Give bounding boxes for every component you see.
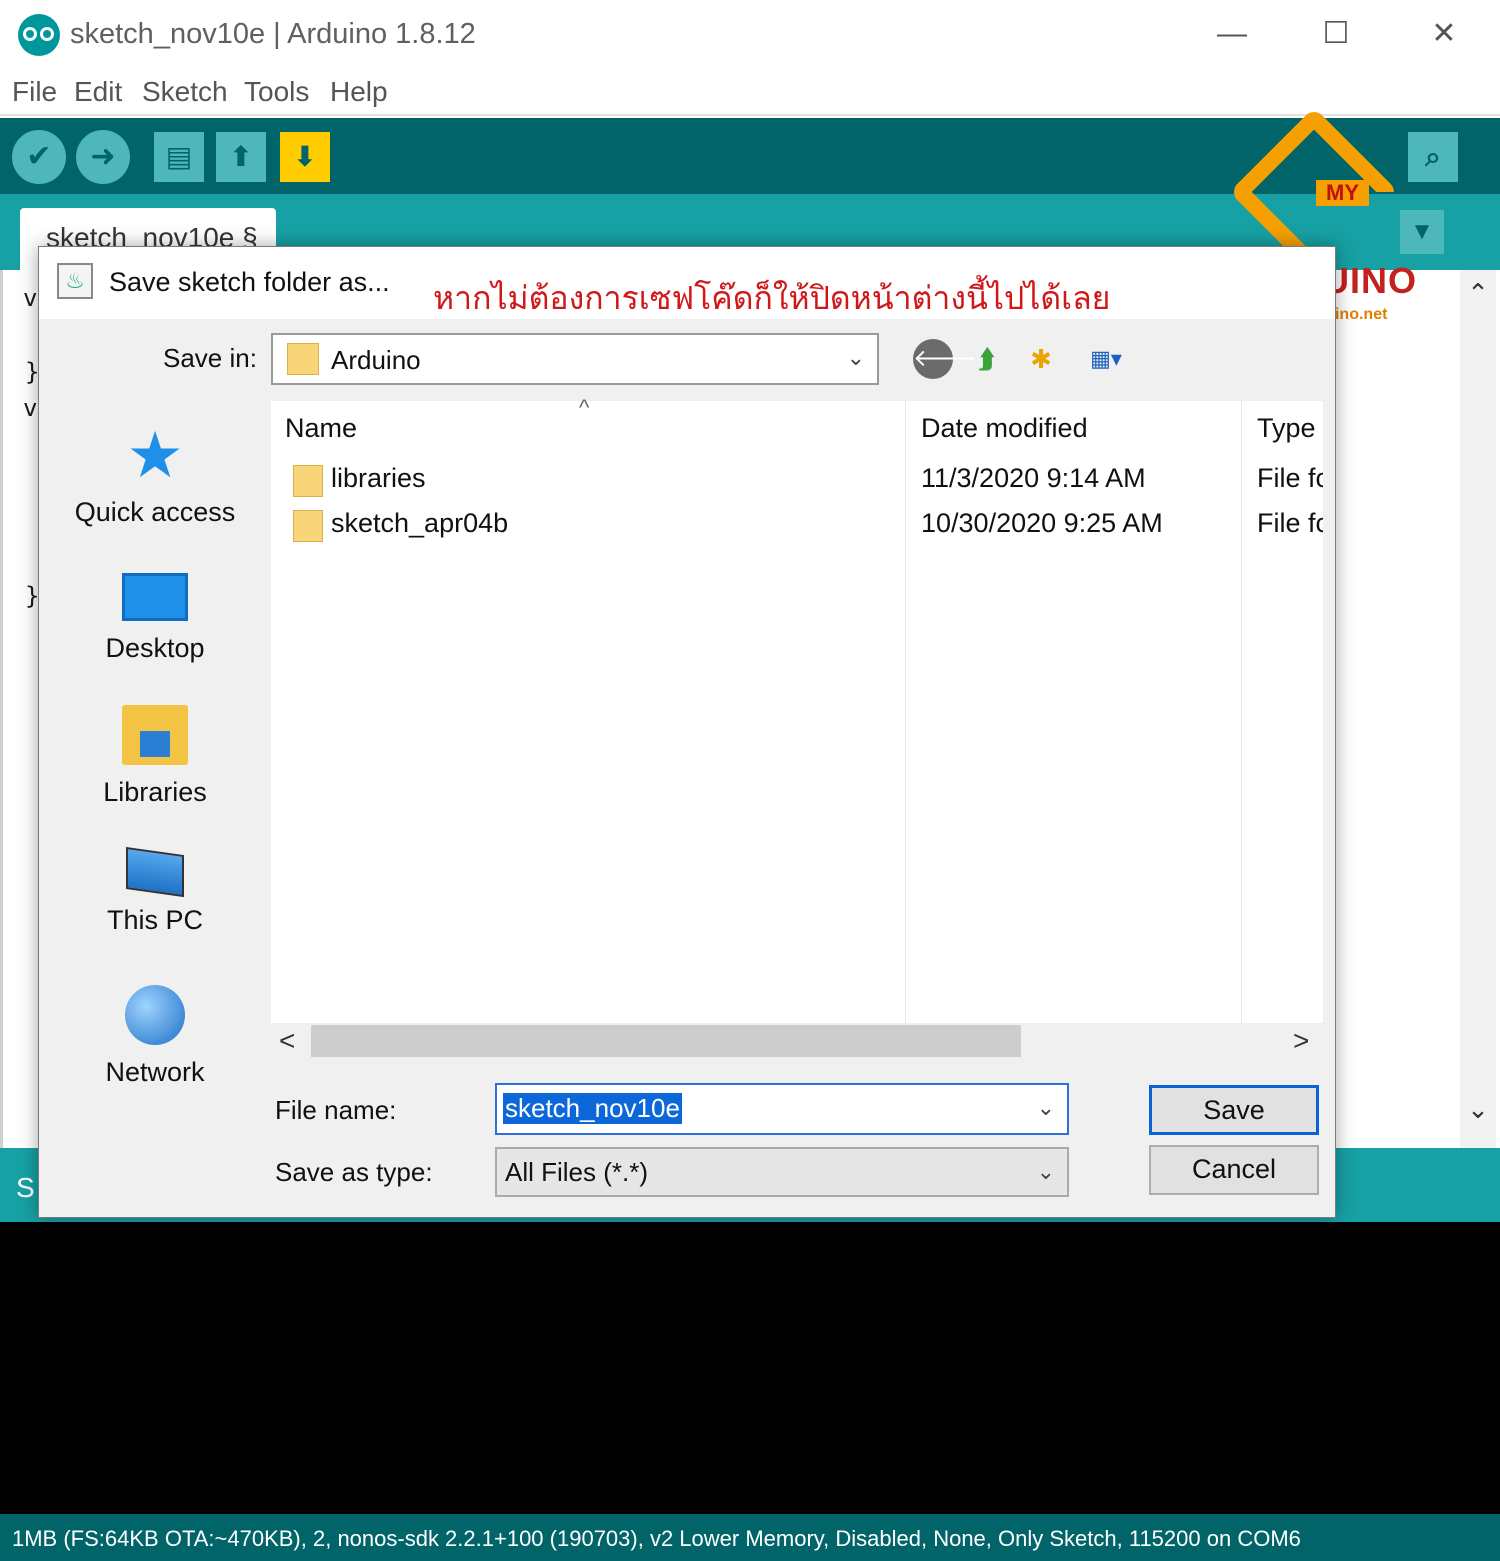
menu-bar: File Edit Sketch Tools Help [0, 70, 1500, 116]
place-network[interactable]: Network [39, 985, 271, 1088]
dialog-title-bar: ♨ Save sketch folder as... หากไม่ต้องการ… [39, 247, 1335, 319]
sort-ascending-icon: ^ [579, 395, 590, 420]
folder-icon [293, 465, 323, 497]
save-sketch-button[interactable]: ⬇ [280, 132, 330, 182]
cancel-button[interactable]: Cancel [1149, 1145, 1319, 1195]
new-sketch-button[interactable]: ▤ [154, 132, 204, 182]
code-fragment: v [23, 394, 38, 422]
save-as-type-value: All Files (*.*) [505, 1157, 649, 1187]
scroll-down-icon[interactable]: ⌄ [1464, 1094, 1492, 1125]
maximize-button[interactable]: ☐ [1306, 12, 1366, 56]
place-label: This PC [106, 905, 204, 935]
place-label: Quick access [74, 497, 236, 527]
place-label: Network [105, 1057, 205, 1087]
up-folder-icon[interactable]: ⮭ [967, 339, 1007, 379]
open-sketch-button[interactable]: ⬆ [216, 132, 266, 182]
menu-help[interactable]: Help [330, 76, 388, 108]
file-name-value: sketch_nov10e [503, 1093, 682, 1124]
desktop-icon [122, 573, 188, 621]
save-in-label: Save in: [163, 343, 257, 373]
chevron-down-icon: ⌄ [1036, 1159, 1055, 1184]
file-name: sketch_apr04b [331, 508, 509, 538]
file-name-label: File name: [275, 1095, 397, 1125]
chevron-down-icon[interactable]: ⌄ [1037, 1095, 1055, 1121]
dialog-title: Save sketch folder as... [109, 267, 390, 297]
scroll-left-icon[interactable]: < [279, 1025, 295, 1057]
title-bar: sketch_nov10e | Arduino 1.8.12 — ☐ ✕ [0, 0, 1500, 70]
place-this-pc[interactable]: This PC [39, 845, 271, 936]
save-in-dropdown[interactable]: Arduino ⌄ [271, 333, 879, 385]
column-header-date[interactable]: Date modified [921, 413, 1088, 444]
menu-tools[interactable]: Tools [244, 76, 309, 108]
place-quick-access[interactable]: ★ Quick access [39, 419, 271, 528]
watermark-badge: MY [1316, 180, 1369, 206]
console-output [0, 1222, 1500, 1514]
save-as-type-label: Save as type: [275, 1157, 433, 1187]
file-name-input[interactable]: sketch_nov10e ⌄ [495, 1083, 1069, 1135]
scroll-up-icon[interactable]: ⌃ [1464, 278, 1492, 309]
file-type: File fc [1257, 463, 1323, 493]
chevron-down-icon: ⌄ [846, 345, 865, 370]
arduino-logo-icon [18, 14, 60, 56]
back-icon[interactable]: 🡐 [913, 339, 977, 379]
save-as-type-dropdown[interactable]: All Files (*.*) ⌄ [495, 1147, 1069, 1197]
scrollbar-thumb[interactable] [311, 1025, 1021, 1057]
file-row[interactable]: sketch_apr04b 10/30/2020 9:25 AM File fc [271, 504, 1323, 548]
column-header-name[interactable]: Name [285, 413, 357, 444]
save-in-value: Arduino [331, 345, 421, 375]
file-list[interactable]: ^ Name Date modified Type libraries 11/3… [271, 395, 1323, 1023]
place-desktop[interactable]: Desktop [39, 565, 271, 664]
minimize-button[interactable]: — [1202, 12, 1262, 56]
place-label: Desktop [105, 633, 205, 663]
upload-button[interactable]: ➜ [76, 130, 130, 184]
menu-file[interactable]: File [12, 76, 57, 108]
close-button[interactable]: ✕ [1414, 12, 1474, 56]
libraries-icon [122, 705, 188, 765]
folder-icon [287, 343, 319, 375]
column-header-type[interactable]: Type [1257, 413, 1316, 444]
menu-sketch[interactable]: Sketch [142, 76, 228, 108]
file-row[interactable]: libraries 11/3/2020 9:14 AM File fc [271, 459, 1323, 503]
editor-scrollbar[interactable]: ⌃ ⌄ [1460, 270, 1496, 1148]
java-app-icon: ♨ [57, 263, 93, 299]
scroll-right-icon[interactable]: > [1293, 1025, 1309, 1057]
network-globe-icon [125, 985, 185, 1045]
star-icon: ★ [126, 419, 184, 491]
save-button[interactable]: Save [1149, 1085, 1319, 1135]
horizontal-scrollbar[interactable]: < > [271, 1023, 1323, 1059]
verify-button[interactable]: ✔ [12, 130, 66, 184]
status-text: S [16, 1172, 35, 1203]
place-libraries[interactable]: Libraries [39, 705, 271, 808]
place-label: Libraries [103, 777, 207, 807]
board-status-bar: 1MB (FS:64KB OTA:~470KB), 2, nonos-sdk 2… [0, 1514, 1500, 1561]
window-title: sketch_nov10e | Arduino 1.8.12 [70, 18, 476, 50]
code-fragment: v [23, 284, 38, 312]
file-date: 10/30/2020 9:25 AM [921, 508, 1163, 538]
file-name: libraries [331, 463, 426, 493]
view-menu-icon[interactable]: ▦▾ [1075, 339, 1137, 379]
folder-icon [293, 510, 323, 542]
file-date: 11/3/2020 9:14 AM [921, 463, 1146, 493]
annotation-text: หากไม่ต้องการเซฟโค๊ดก็ให้ปิดหน้าต่างนี้ไ… [433, 279, 1111, 317]
places-bar: ★ Quick access Desktop Libraries This PC… [39, 401, 271, 1087]
new-folder-icon[interactable]: ✱ [1021, 339, 1061, 379]
save-dialog: ♨ Save sketch folder as... หากไม่ต้องการ… [38, 246, 1336, 1218]
menu-edit[interactable]: Edit [74, 76, 122, 108]
file-type: File fc [1257, 508, 1323, 538]
computer-icon [126, 846, 184, 898]
